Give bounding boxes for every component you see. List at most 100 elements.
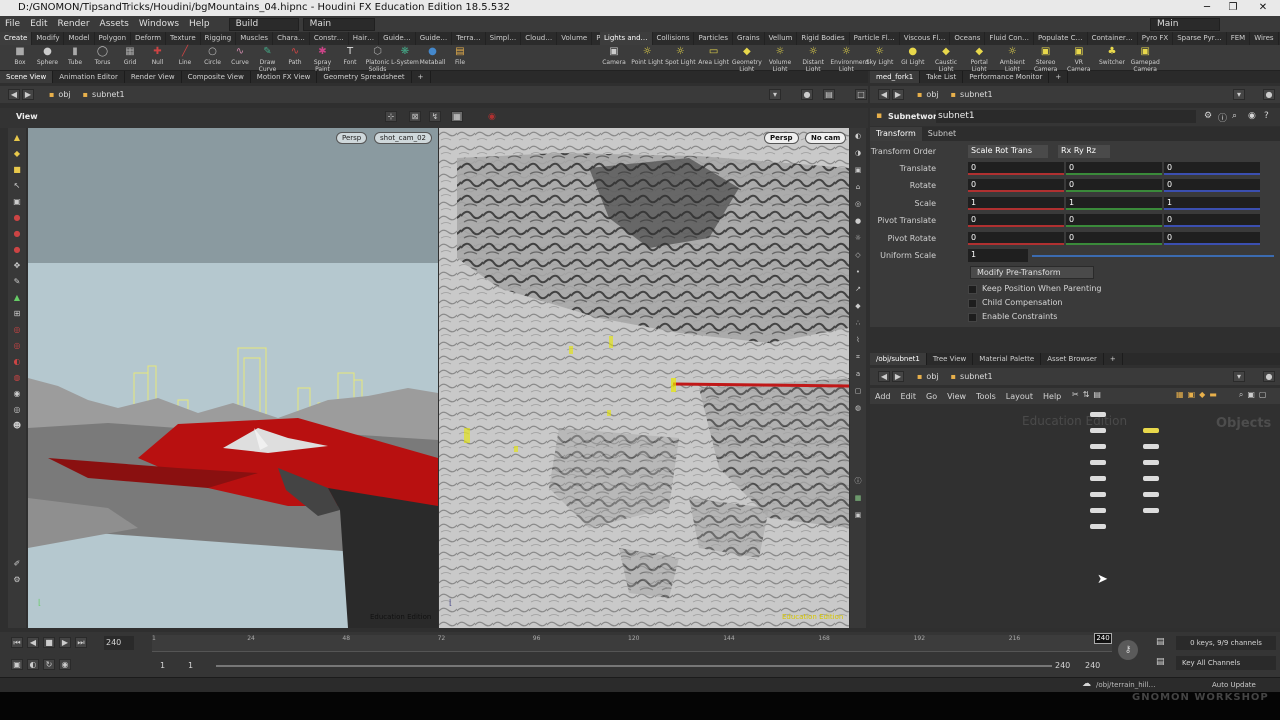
jump-start-icon[interactable]: ⏮: [11, 637, 23, 648]
transform-icon[interactable]: ◆: [11, 149, 23, 159]
shelf-tool-left-14[interactable]: ❋ L-System: [391, 46, 419, 66]
keep-position-checkbox[interactable]: [968, 285, 977, 294]
param-top-tab-1[interactable]: Take List: [920, 71, 964, 83]
shelf-tab-left-8[interactable]: Chara…: [273, 32, 310, 45]
search-icon[interactable]: ⌕: [1232, 111, 1237, 121]
param-row-3-field-0[interactable]: 0: [968, 214, 1064, 228]
param-row-3-field-2[interactable]: 0: [1164, 214, 1260, 228]
realtime-icon[interactable]: ▣: [11, 659, 23, 670]
question-icon[interactable]: ?: [1264, 111, 1269, 121]
shelf-tab-right-12[interactable]: Pyro FX: [1138, 32, 1174, 45]
menu-edit[interactable]: Edit: [25, 19, 52, 29]
shelf-tab-left-14[interactable]: Simpl…: [486, 32, 522, 45]
param-path-root[interactable]: obj: [926, 90, 938, 99]
wrench-icon[interactable]: ✂: [1072, 390, 1079, 399]
shelf-tab-left-17[interactable]: Pyro FX: [592, 32, 600, 45]
layout-grid-icon[interactable]: ▦: [853, 494, 864, 503]
shelf-tab-right-9[interactable]: Fluid Con…: [985, 32, 1035, 45]
render-region-icon[interactable]: ◉: [11, 389, 23, 399]
close-icon[interactable]: ✕: [1252, 0, 1274, 16]
transform-order-select[interactable]: Scale Rot Trans: [968, 145, 1048, 158]
right-desktop-select[interactable]: Main: [1150, 17, 1220, 31]
shelf-tool-left-10[interactable]: ∿ Path: [281, 46, 309, 66]
network-node[interactable]: [1143, 476, 1159, 481]
vertex-icon[interactable]: ∴: [853, 319, 864, 328]
shelf-tab-right-13[interactable]: Sparse Pyr…: [1173, 32, 1227, 45]
param-row-3-field-1[interactable]: 0: [1066, 214, 1162, 228]
path-dropdown-icon[interactable]: ▾: [769, 89, 781, 100]
normal-icon[interactable]: ↗: [853, 285, 864, 294]
shelf-tab-left-0[interactable]: Create: [0, 32, 33, 45]
param-row-4-field-0[interactable]: 0: [968, 231, 1064, 245]
grid-snap-icon[interactable]: ⊠: [409, 111, 421, 122]
param-top-tab-0[interactable]: med_fork1: [870, 71, 921, 83]
child-compensation-checkbox[interactable]: [968, 299, 977, 308]
right-viewport[interactable]: Persp No cam Education Edition ⌊: [439, 128, 849, 628]
network-menu-1[interactable]: Edit: [896, 392, 922, 401]
shelf-tab-left-2[interactable]: Model: [64, 32, 95, 45]
tab-transform[interactable]: Transform: [870, 127, 922, 141]
shelf-tool-left-13[interactable]: ⬡ Platonic Solids: [364, 46, 392, 73]
param-path-dropdown-icon[interactable]: ▾: [1233, 89, 1245, 100]
shelf-tool-right-11[interactable]: ◆ Portal Light: [963, 46, 995, 73]
right-camera-menu[interactable]: No cam: [805, 132, 847, 144]
network-node[interactable]: [1090, 428, 1106, 433]
network-node[interactable]: [1090, 524, 1106, 529]
measure-icon[interactable]: ◐: [11, 357, 23, 367]
range-start-2[interactable]: 1: [188, 661, 193, 670]
shelf-tool-right-8[interactable]: ☼ Sky Light: [864, 46, 896, 66]
net-path-root[interactable]: obj: [926, 372, 938, 381]
shelf-tab-right-14[interactable]: FEM: [1227, 32, 1251, 45]
shelf-tab-left-16[interactable]: Volume: [557, 32, 593, 45]
shelf-tool-right-3[interactable]: ▭ Area Light: [698, 46, 730, 66]
auto-update-menu[interactable]: Auto Update: [1212, 681, 1256, 689]
pose-icon[interactable]: ✥: [11, 261, 23, 271]
range-slider[interactable]: [216, 665, 1052, 667]
play-icon[interactable]: ▶: [59, 637, 71, 648]
shelf-tool-right-6[interactable]: ☼ Distant Light: [797, 46, 829, 73]
rot-order-select[interactable]: Rx Ry Rz: [1058, 145, 1110, 158]
shelf-tool-right-2[interactable]: ☼ Spot Light: [664, 46, 696, 66]
rotate-icon[interactable]: ●: [11, 229, 23, 239]
shelf-tool-left-7[interactable]: ○ Circle: [199, 46, 227, 66]
view-tool-icon[interactable]: ↖: [11, 181, 23, 191]
param-top-tab-2[interactable]: Performance Monitor: [963, 71, 1050, 83]
network-tab-0[interactable]: /obj/subnet1: [870, 353, 927, 365]
frame-ruler[interactable]: 1 24 48 72 96 120 144 168 192 216 240: [152, 633, 1112, 652]
tab-subnet[interactable]: Subnet: [922, 127, 962, 141]
tool-extra2-icon[interactable]: ⚙: [11, 575, 23, 585]
network-editor[interactable]: Education Edition Objects ➤: [870, 404, 1280, 628]
modify-pre-transform-button[interactable]: Modify Pre-Transform: [970, 266, 1094, 279]
shelf-tab-right-11[interactable]: Container…: [1088, 32, 1138, 45]
shelf-tab-right-3[interactable]: Grains: [733, 32, 765, 45]
shelf-tab-right-10[interactable]: Populate C…: [1034, 32, 1088, 45]
network-tab-2[interactable]: Material Palette: [973, 353, 1042, 365]
scene-tab-0[interactable]: Scene View: [0, 71, 54, 83]
network-node[interactable]: [1090, 444, 1106, 449]
shelf-tool-right-0[interactable]: ▣ Camera: [598, 46, 630, 66]
handle-tool-icon[interactable]: ⊞: [11, 309, 23, 319]
shelf-tool-right-14[interactable]: ▣ VR Camera: [1063, 46, 1095, 73]
abc-icon[interactable]: a: [853, 370, 864, 379]
param-row-0-field-2[interactable]: 0: [1164, 162, 1260, 175]
network-tab-3[interactable]: Asset Browser: [1041, 353, 1104, 365]
shelf-tool-left-5[interactable]: ✚ Null: [144, 46, 172, 66]
play-back-icon[interactable]: ◀: [27, 637, 39, 648]
layout-icon[interactable]: ▤: [823, 89, 835, 100]
node-name-field[interactable]: subnet1: [936, 110, 1196, 123]
menu-help[interactable]: Help: [184, 19, 215, 29]
display-options-icon[interactable]: ▦: [451, 111, 463, 122]
param-top-tab-add-icon[interactable]: +: [1049, 71, 1069, 83]
menu-assets[interactable]: Assets: [95, 19, 134, 29]
range-end-2[interactable]: 240: [1085, 661, 1100, 670]
shelf-tool-left-0[interactable]: ■ Box: [6, 46, 34, 66]
param-row-1-field-0[interactable]: 0: [968, 179, 1064, 193]
shelf-tab-left-9[interactable]: Constr…: [310, 32, 349, 45]
path-root[interactable]: obj: [58, 90, 70, 99]
network-node[interactable]: [1143, 444, 1159, 449]
param-path-node[interactable]: subnet1: [960, 90, 993, 99]
network-menu-4[interactable]: Tools: [971, 392, 1001, 401]
shelf-tab-right-0[interactable]: Lights and…: [600, 32, 653, 45]
network-tab-add-icon[interactable]: +: [1104, 353, 1123, 365]
edit-icon[interactable]: ▲: [11, 293, 23, 303]
